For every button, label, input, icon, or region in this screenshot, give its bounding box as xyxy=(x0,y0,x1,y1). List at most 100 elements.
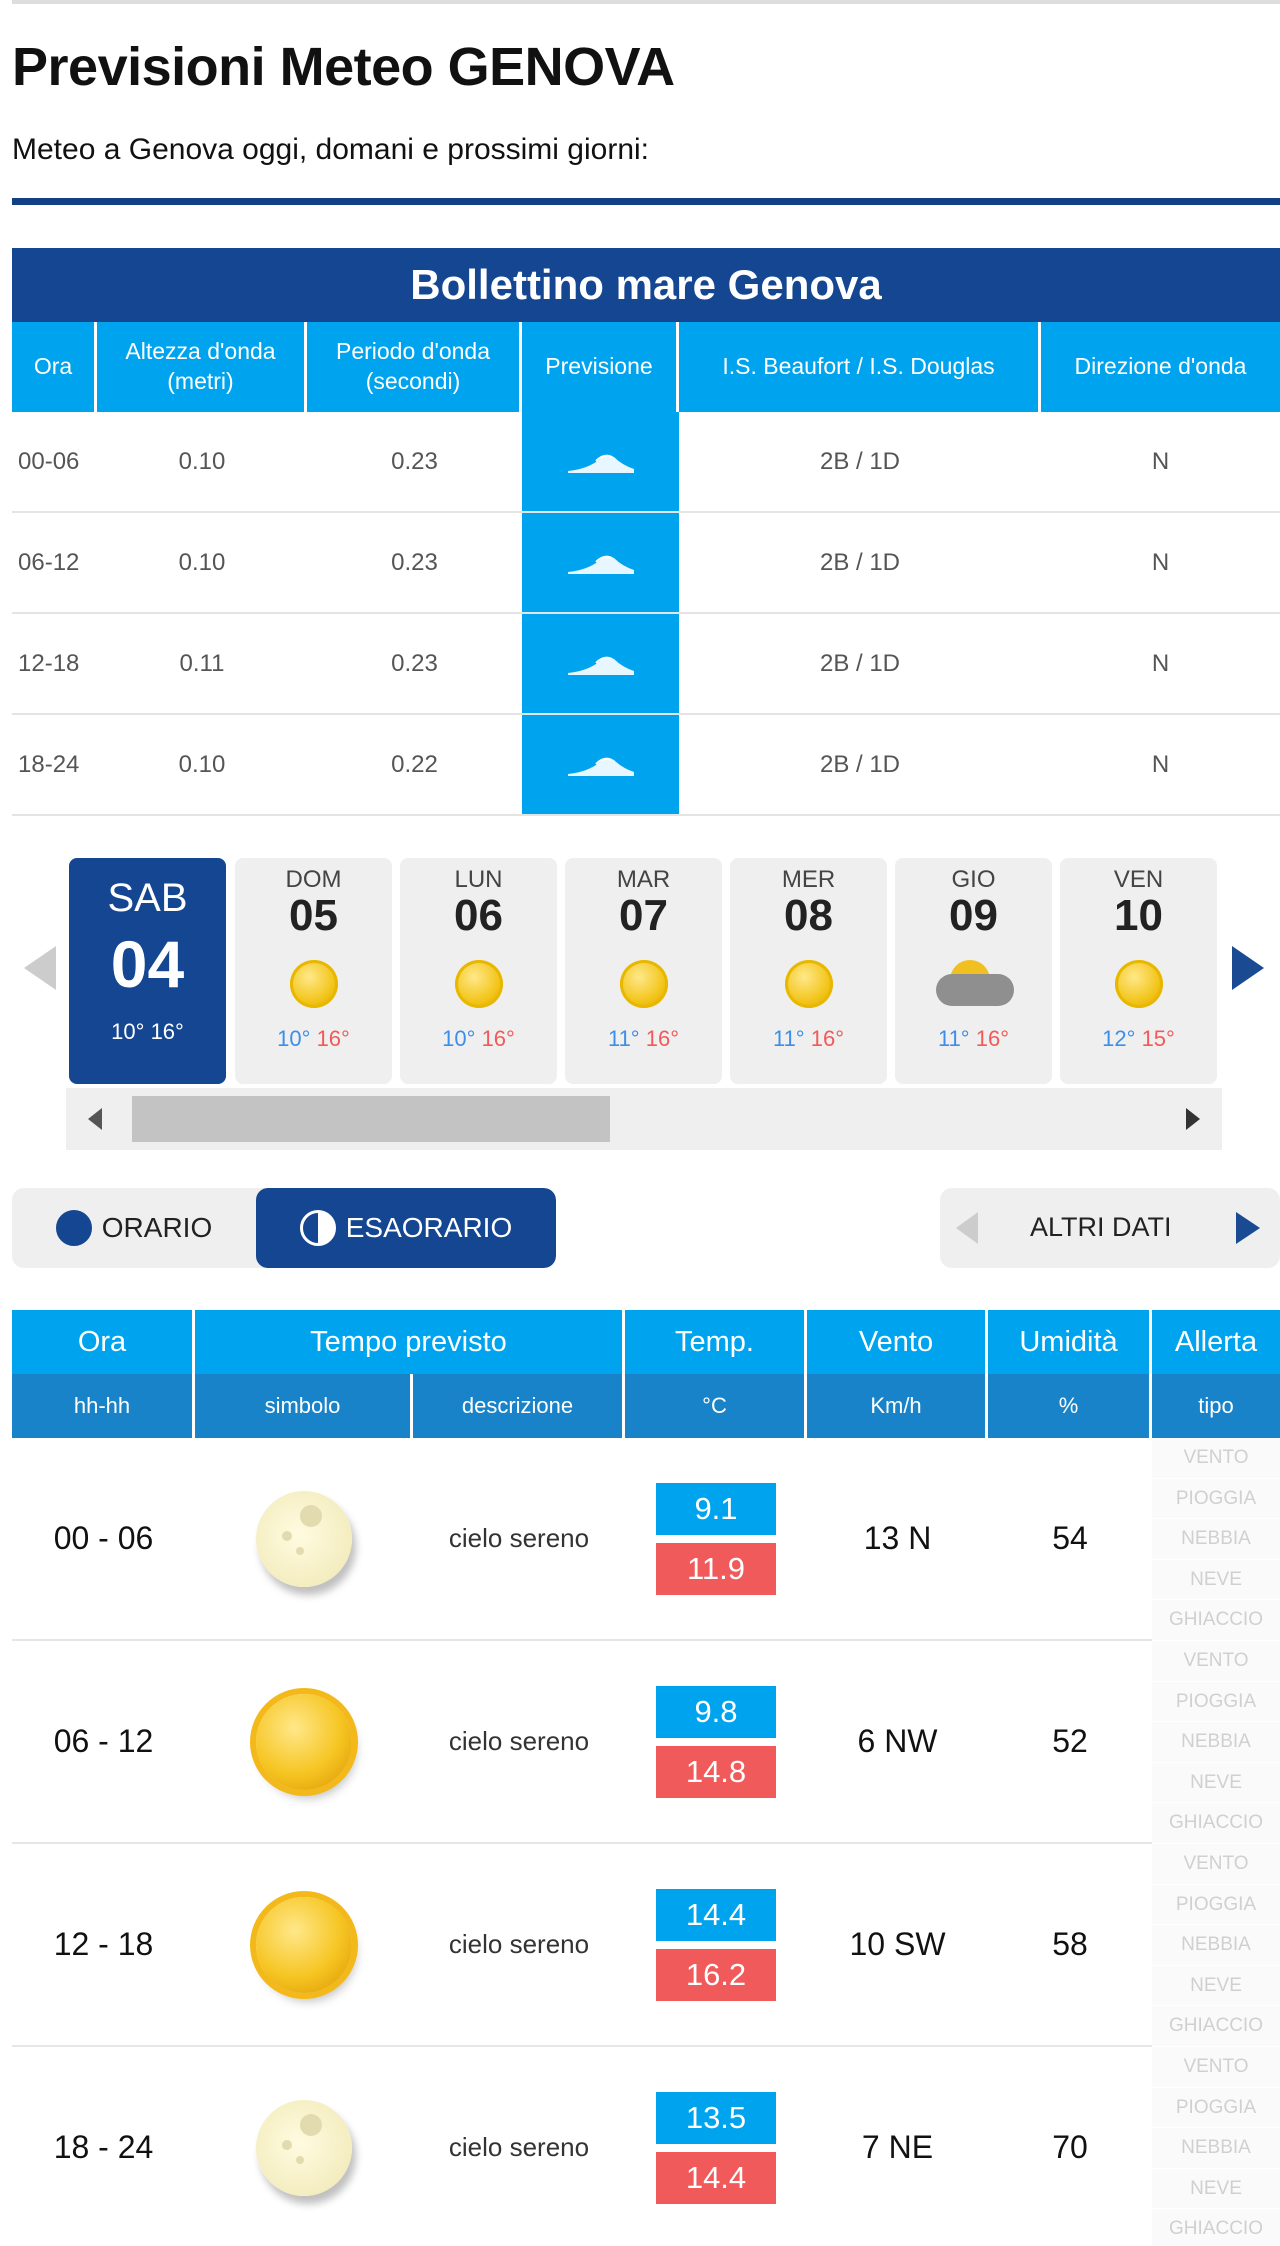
sea-direzione: N xyxy=(1151,750,1170,778)
forecast-temps: 13.5 14.4 xyxy=(625,2047,807,2246)
sea-altezza: 0.10 xyxy=(178,548,226,576)
alert-type: NEBBIA xyxy=(1152,1519,1280,1560)
forecast-header-row: Ora Tempo previsto Temp. Vento Umidità A… xyxy=(12,1310,1280,1374)
temp-min: 13.5 xyxy=(656,2091,776,2144)
day-number: 04 xyxy=(110,927,185,1001)
sea-header-ora: Ora xyxy=(12,322,97,412)
day-min: 11° xyxy=(937,1026,970,1051)
alert-type: PIOGGIA xyxy=(1152,1884,1280,1926)
forecast-vento: 6 NW xyxy=(857,1723,938,1759)
day-name: VEN xyxy=(1113,866,1164,893)
chevron-left-icon xyxy=(956,1212,978,1244)
moon-icon xyxy=(256,2099,352,2196)
sea-ora: 06-12 xyxy=(18,548,80,576)
orario-button[interactable]: ORARIO xyxy=(12,1188,256,1268)
day-max: 16° xyxy=(316,1026,350,1051)
alert-type: NEVE xyxy=(1152,1559,1280,1601)
forecast-row: 12 - 18 cielo sereno 14.4 16.2 10 SW 58 … xyxy=(12,1844,1280,2047)
forecast-alerts: VENTO PIOGGIA NEBBIA NEVE GHIACCIO xyxy=(1152,2047,1280,2246)
day-card[interactable]: MAR 07 11° 16° xyxy=(565,858,722,1084)
sea-beaufort: 2B / 1D xyxy=(819,548,901,576)
sun-icon xyxy=(1114,960,1163,1008)
day-max: 16° xyxy=(481,1026,515,1051)
day-card[interactable]: LUN 06 10° 16° xyxy=(400,858,557,1084)
forecast-desc: cielo sereno xyxy=(448,1523,590,1553)
day-card[interactable]: VEN 10 12° 15° xyxy=(1060,858,1217,1084)
sun-icon xyxy=(256,1693,352,1790)
fh-ora: Ora xyxy=(12,1310,195,1374)
day-card[interactable]: SAB 04 10° 16° xyxy=(69,858,226,1084)
day-max: 15° xyxy=(1141,1026,1175,1051)
forecast-umidita: 58 xyxy=(1052,1926,1088,1962)
top-divider xyxy=(12,0,1280,4)
day-temps: 12° 15° xyxy=(1060,1026,1217,1052)
fh-allerta: Allerta xyxy=(1174,1325,1258,1358)
day-card[interactable]: MER 08 11° 16° xyxy=(730,858,887,1084)
day-max: 16° xyxy=(975,1026,1010,1051)
sea-bulletin: Bollettino mare Genova Ora Altezza d'ond… xyxy=(12,248,1280,816)
forecast-alerts: VENTO PIOGGIA NEBBIA NEVE GHIACCIO xyxy=(1152,1438,1280,1641)
day-name: DOM xyxy=(285,866,342,893)
fh-temp: Temp. xyxy=(625,1310,807,1374)
sea-bulletin-title: Bollettino mare Genova xyxy=(12,248,1280,322)
forecast-symbol xyxy=(195,1641,413,1842)
day-selector: SAB 04 10° 16° DOM 05 10° 16° LUN 06 10° 1… xyxy=(0,858,1280,1088)
forecast-table: Ora Tempo previsto Temp. Vento Umidità A… xyxy=(12,1310,1280,2246)
title-divider xyxy=(12,198,1280,205)
day-number: 06 xyxy=(454,891,503,940)
forecast-vento: 13 N xyxy=(863,1520,932,1556)
half-clock-icon xyxy=(299,1210,336,1246)
fh-umidita: Umidità xyxy=(988,1310,1152,1374)
day-name: GIO xyxy=(951,866,996,893)
alert-type: NEVE xyxy=(1152,1965,1280,2007)
sun-icon xyxy=(784,960,833,1008)
forecast-symbol xyxy=(195,1844,413,2045)
day-card[interactable]: GIO 09 11° 16° xyxy=(895,858,1052,1084)
sea-altezza: 0.10 xyxy=(178,447,226,475)
scroll-left-icon[interactable] xyxy=(88,1108,102,1130)
altri-dati-label: ALTRI DATI xyxy=(1030,1212,1172,1242)
days-prev-icon[interactable] xyxy=(24,946,56,990)
fs-kmh: Km/h xyxy=(807,1374,988,1438)
alert-type: PIOGGIA xyxy=(1152,1681,1280,1723)
alert-type: VENTO xyxy=(1152,1438,1280,1479)
scrollbar-thumb[interactable] xyxy=(132,1096,610,1142)
temp-max: 14.8 xyxy=(656,1745,776,1798)
forecast-ora: 12 - 18 xyxy=(53,1926,154,1962)
alert-type: GHIACCIO xyxy=(1152,1803,1280,1844)
sun-icon xyxy=(454,960,503,1008)
days-scrollbar[interactable] xyxy=(66,1088,1222,1150)
fh-tempo: Tempo previsto xyxy=(195,1310,625,1374)
fs-descrizione: descrizione xyxy=(413,1374,625,1438)
sea-header-periodo: Periodo d'onda (secondi) xyxy=(307,322,522,412)
day-min: 11° xyxy=(772,1026,805,1051)
wave-icon xyxy=(522,614,679,713)
day-max: 16° xyxy=(645,1026,680,1051)
esaorario-button[interactable]: ESAORARIO xyxy=(256,1188,556,1268)
alert-type: NEBBIA xyxy=(1152,1925,1280,1966)
moon-icon xyxy=(256,1490,352,1587)
alert-type: NEBBIA xyxy=(1152,1722,1280,1763)
forecast-desc: cielo sereno xyxy=(448,1929,590,1959)
temp-min: 9.1 xyxy=(656,1482,776,1535)
day-temps: 11° 16° xyxy=(565,1026,722,1052)
day-number: 08 xyxy=(784,891,833,940)
sea-row: 06-12 0.10 0.23 2B / 1D N xyxy=(12,513,1280,614)
forecast-umidita: 70 xyxy=(1052,2129,1088,2165)
days-next-icon[interactable] xyxy=(1232,946,1264,990)
forecast-desc: cielo sereno xyxy=(448,1726,590,1756)
sea-header-altezza: Altezza d'onda (metri) xyxy=(97,322,307,412)
scroll-right-icon[interactable] xyxy=(1186,1108,1200,1130)
forecast-desc: cielo sereno xyxy=(448,2132,590,2162)
sea-ora: 00-06 xyxy=(18,447,80,475)
day-temps: 10° 16° xyxy=(235,1026,392,1052)
forecast-alerts: VENTO PIOGGIA NEBBIA NEVE GHIACCIO xyxy=(1152,1844,1280,2047)
day-card[interactable]: DOM 05 10° 16° xyxy=(235,858,392,1084)
sea-periodo: 0.22 xyxy=(391,750,438,778)
fs-percent: % xyxy=(988,1374,1152,1438)
altri-dati-button[interactable]: ALTRI DATI xyxy=(940,1188,1280,1268)
view-toggle: ORARIO ESAORARIO xyxy=(12,1188,556,1268)
day-number: 05 xyxy=(289,891,338,940)
sea-header-row: Ora Altezza d'onda (metri) Periodo d'ond… xyxy=(12,322,1280,412)
day-temps: 11° 16° xyxy=(895,1026,1052,1052)
